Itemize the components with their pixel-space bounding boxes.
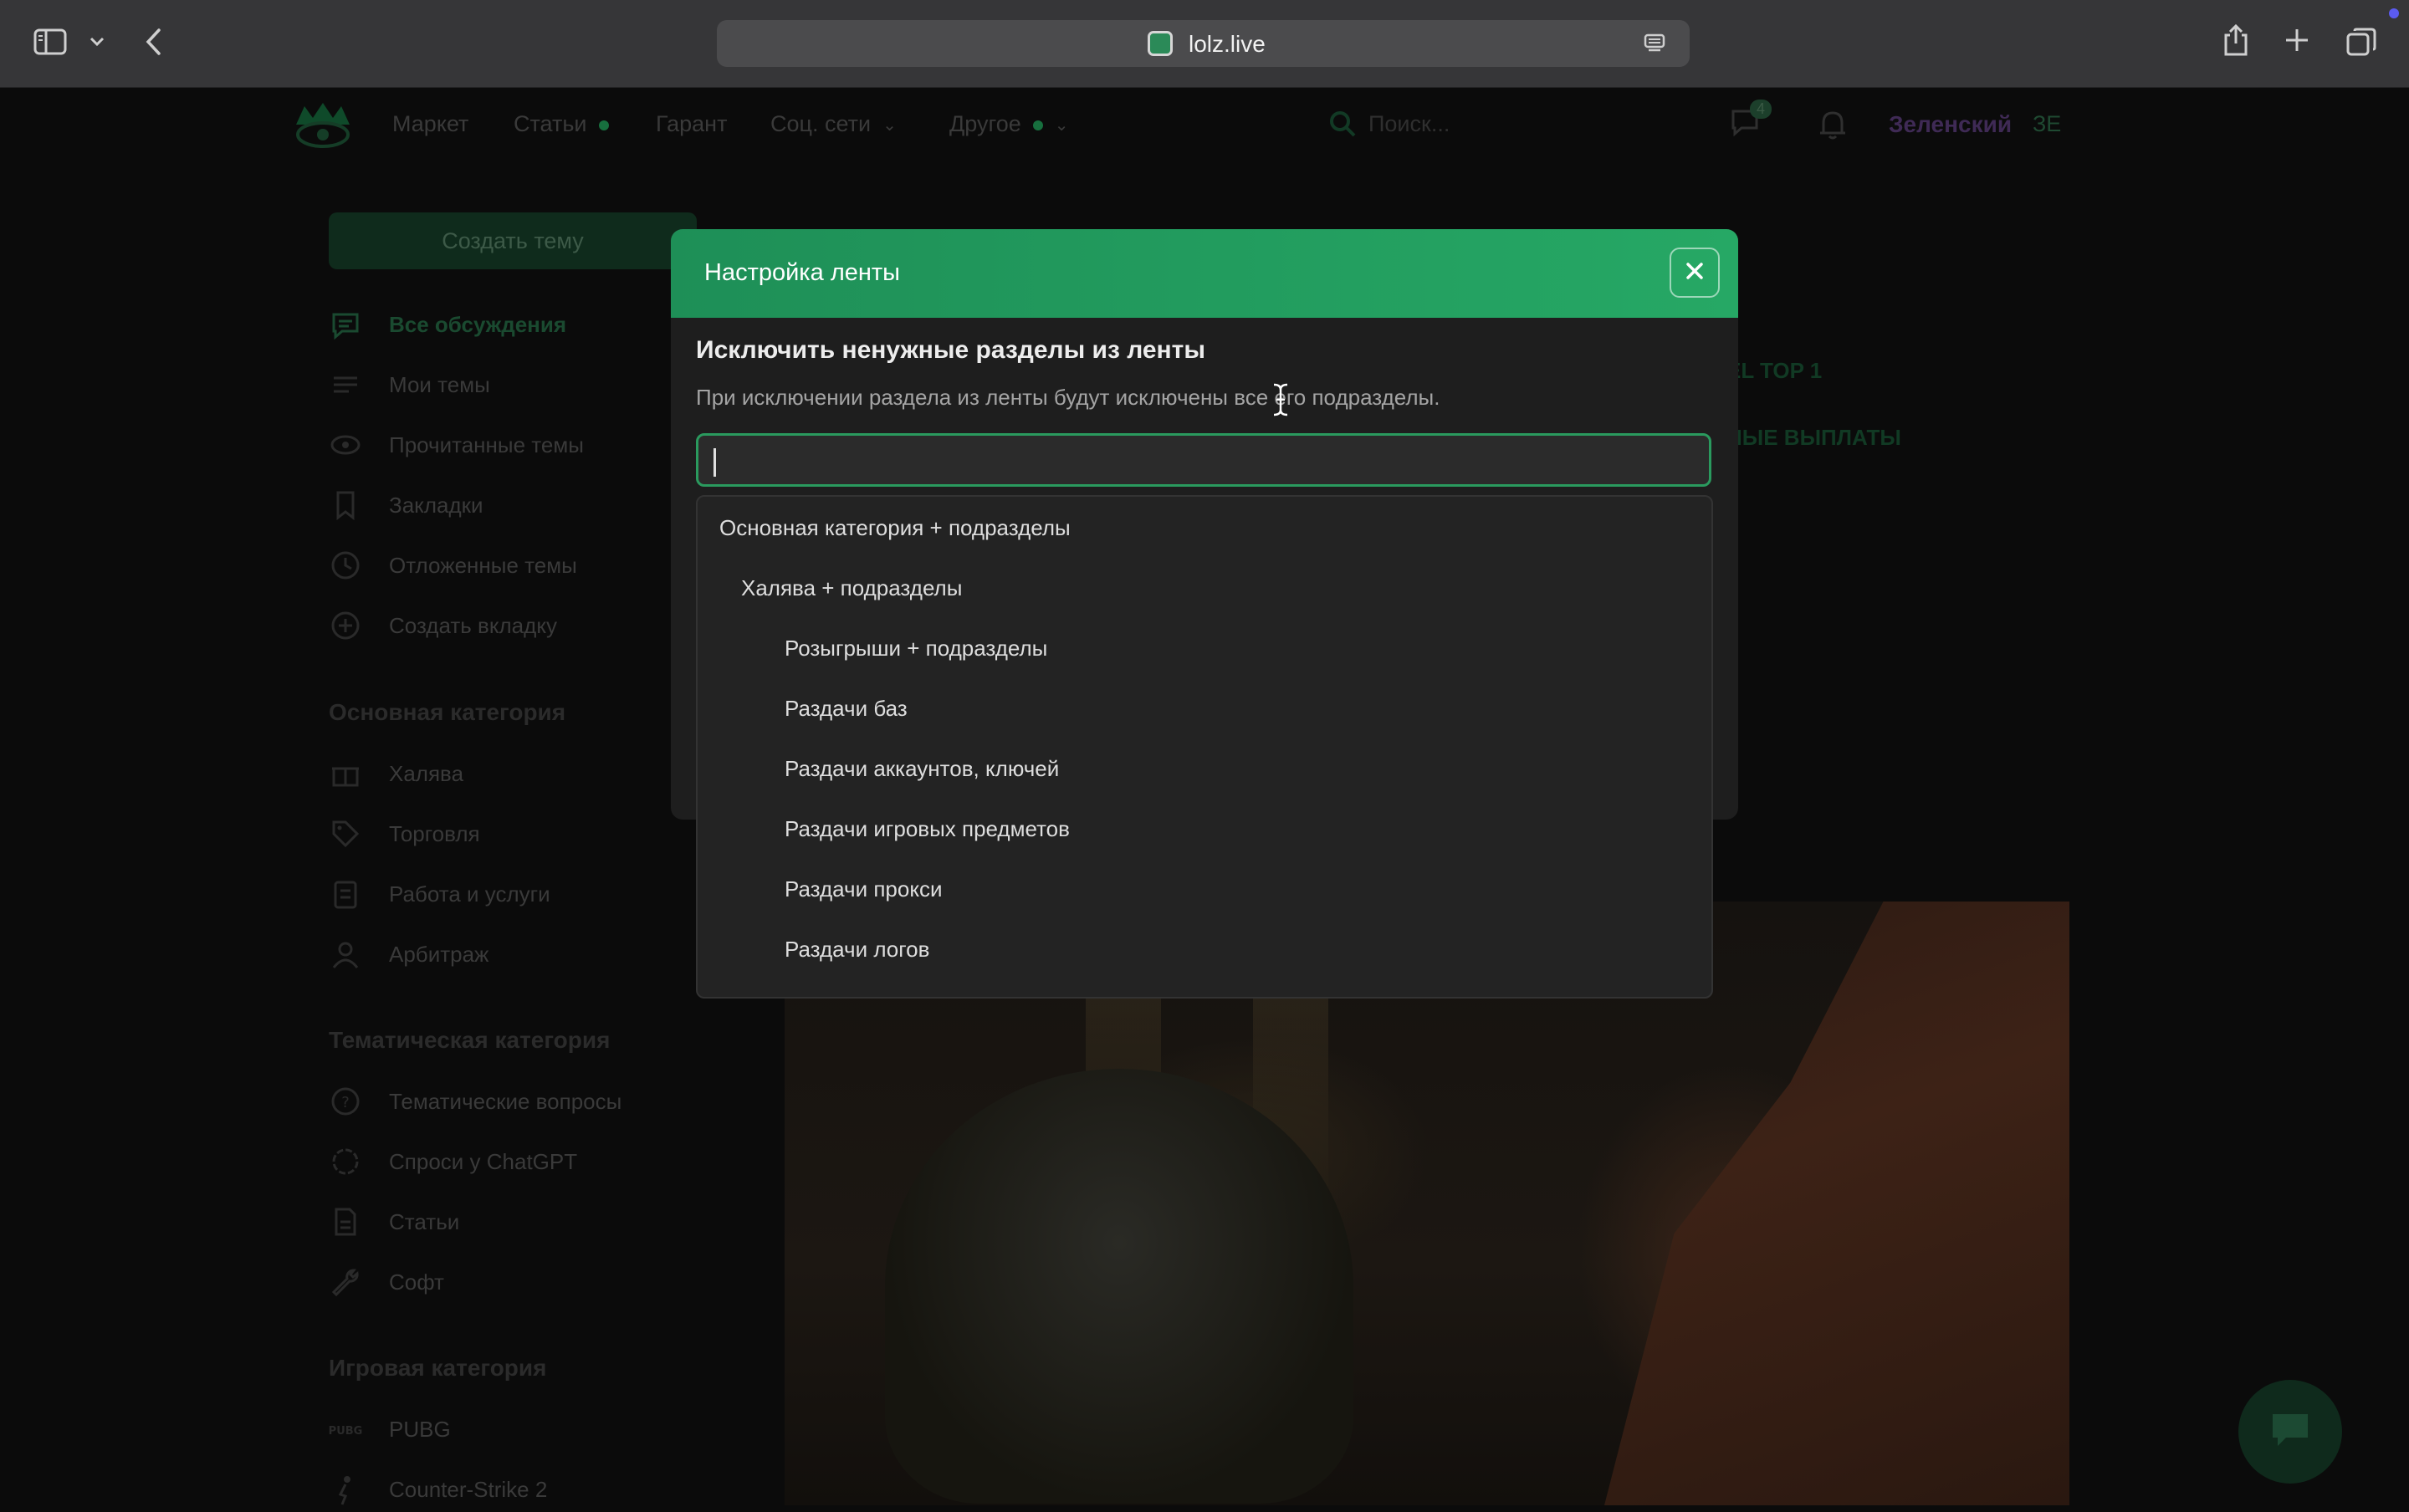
dropdown-option[interactable]: Раздачи логов	[785, 937, 929, 963]
chat-icon	[2269, 1411, 2311, 1453]
nav-articles[interactable]: Статьи	[514, 111, 609, 137]
section-title-thematic: Тематическая категория	[329, 1027, 611, 1053]
tag-icon	[329, 817, 362, 850]
mouse-cursor-icon	[1271, 383, 1290, 421]
chat-icon	[329, 308, 362, 341]
chevron-down-icon: ⌄	[882, 116, 897, 135]
document-icon	[329, 1205, 362, 1239]
search-icon[interactable]	[1328, 110, 1357, 142]
dropdown-option[interactable]: Основная категория + подразделы	[719, 515, 1071, 541]
new-tab-icon[interactable]	[2284, 27, 2310, 58]
sidebar-item-soft[interactable]: Софт	[329, 1265, 444, 1299]
sidebar-item-pubg[interactable]: PUBG PUBG	[329, 1412, 451, 1446]
pubg-icon: PUBG	[329, 1412, 363, 1446]
new-dot	[1032, 120, 1043, 130]
sidebar-item-read-topics[interactable]: Прочитанные темы	[329, 428, 584, 462]
section-title-main: Основная категория	[329, 699, 566, 725]
sidebar-item-postponed[interactable]: Отложенные темы	[329, 549, 577, 582]
chevron-down-icon[interactable]	[89, 33, 105, 54]
user-name[interactable]: Зеленский	[1889, 111, 2012, 138]
sidebar-item-work[interactable]: Работа и услуги	[329, 877, 550, 911]
content-link[interactable]: EL TOP 1	[1726, 358, 1822, 384]
chat-button[interactable]	[2238, 1380, 2342, 1484]
sidebar-item-trading[interactable]: Торговля	[329, 817, 480, 850]
site-favicon-icon	[1148, 31, 1173, 56]
plus-circle-icon	[329, 609, 362, 642]
user-icon	[329, 937, 362, 971]
nav-guarantor[interactable]: Гарант	[656, 111, 727, 137]
bell-icon[interactable]	[1817, 108, 1849, 146]
jester-figure	[885, 1069, 1353, 1504]
address-bar[interactable]: lolz.live	[717, 20, 1690, 67]
list-icon	[329, 368, 362, 401]
wrench-icon	[329, 1265, 362, 1299]
nav-other[interactable]: Другое ⌄	[949, 111, 1069, 137]
chatgpt-icon	[329, 1145, 362, 1178]
reader-mode-icon[interactable]	[1643, 32, 1666, 59]
sidebar-toggle-icon[interactable]	[33, 28, 67, 59]
create-topic-button[interactable]: Создать тему	[329, 212, 697, 269]
cs2-icon	[329, 1473, 362, 1506]
bookmark-icon	[329, 488, 362, 522]
clipboard-icon	[329, 877, 362, 911]
exclude-section-input[interactable]	[696, 433, 1711, 487]
sidebar-item-articles[interactable]: Статьи	[329, 1205, 459, 1239]
new-dot	[598, 120, 609, 130]
sidebar-item-questions[interactable]: ? Тематические вопросы	[329, 1085, 621, 1118]
modal-title: Настройка ленты	[704, 259, 901, 286]
modal-description: При исключении раздела из ленты будут ис…	[696, 385, 1440, 410]
content-link[interactable]: НЫЕ ВЫПЛАТЫ	[1726, 425, 1901, 451]
avatar[interactable]: ЗЕ	[2033, 111, 2061, 137]
address-text: lolz.live	[1189, 31, 1266, 57]
dropdown-option[interactable]: Раздачи баз	[785, 696, 908, 722]
dropdown-option[interactable]: Розыгрыши + подразделы	[785, 636, 1047, 662]
sidebar-item-chatgpt[interactable]: Спроси у ChatGPT	[329, 1145, 577, 1178]
share-icon[interactable]	[2222, 23, 2250, 61]
sidebar-item-arbitrage[interactable]: Арбитраж	[329, 937, 488, 971]
gift-icon	[329, 757, 362, 790]
nav-market[interactable]: Маркет	[392, 111, 468, 137]
search-input[interactable]: Поиск...	[1368, 111, 1450, 137]
dropdown-option[interactable]: Халява + подразделы	[741, 575, 962, 601]
modal-header: Настройка ленты	[671, 229, 1738, 318]
svg-text:PUBG: PUBG	[329, 1425, 362, 1438]
site-header: Маркет Статьи Гарант Соц. сети ⌄ Другое ⌄ …	[0, 88, 2409, 163]
svg-text:?: ?	[341, 1094, 350, 1111]
text-caret	[713, 448, 716, 477]
section-title-gaming: Игровая категория	[329, 1355, 547, 1381]
dropdown-option[interactable]: Раздачи прокси	[785, 876, 943, 902]
browser-toolbar: lolz.live	[0, 0, 2409, 88]
back-arrow-icon[interactable]	[144, 27, 164, 61]
close-icon	[1685, 261, 1705, 285]
sidebar-item-create-tab[interactable]: Создать вкладку	[329, 609, 557, 642]
clock-icon	[329, 549, 362, 582]
eye-icon	[329, 428, 362, 462]
nav-social[interactable]: Соц. сети ⌄	[770, 111, 897, 137]
sidebar-item-freebies[interactable]: Халява	[329, 757, 463, 790]
tabs-overview-icon[interactable]	[2345, 27, 2377, 61]
notification-dot	[2389, 8, 2399, 18]
section-dropdown: Основная категория + подразделы Халява +…	[696, 495, 1713, 999]
sidebar-item-cs2[interactable]: Counter-Strike 2	[329, 1473, 547, 1506]
modal-heading: Исключить ненужные разделы из ленты	[696, 336, 1205, 364]
site-logo-icon[interactable]	[293, 100, 353, 157]
dropdown-option[interactable]: Раздачи игровых предметов	[785, 816, 1070, 842]
chevron-down-icon: ⌄	[1054, 116, 1069, 135]
messages-badge: 4	[1750, 100, 1772, 119]
sidebar-item-bookmarks[interactable]: Закладки	[329, 488, 483, 522]
question-icon: ?	[329, 1085, 362, 1118]
sidebar-item-all-discussions[interactable]: Все обсуждения	[329, 308, 566, 341]
dropdown-option[interactable]: Раздачи аккаунтов, ключей	[785, 756, 1059, 782]
close-button[interactable]	[1670, 248, 1720, 298]
sidebar-item-my-topics[interactable]: Мои темы	[329, 368, 490, 401]
